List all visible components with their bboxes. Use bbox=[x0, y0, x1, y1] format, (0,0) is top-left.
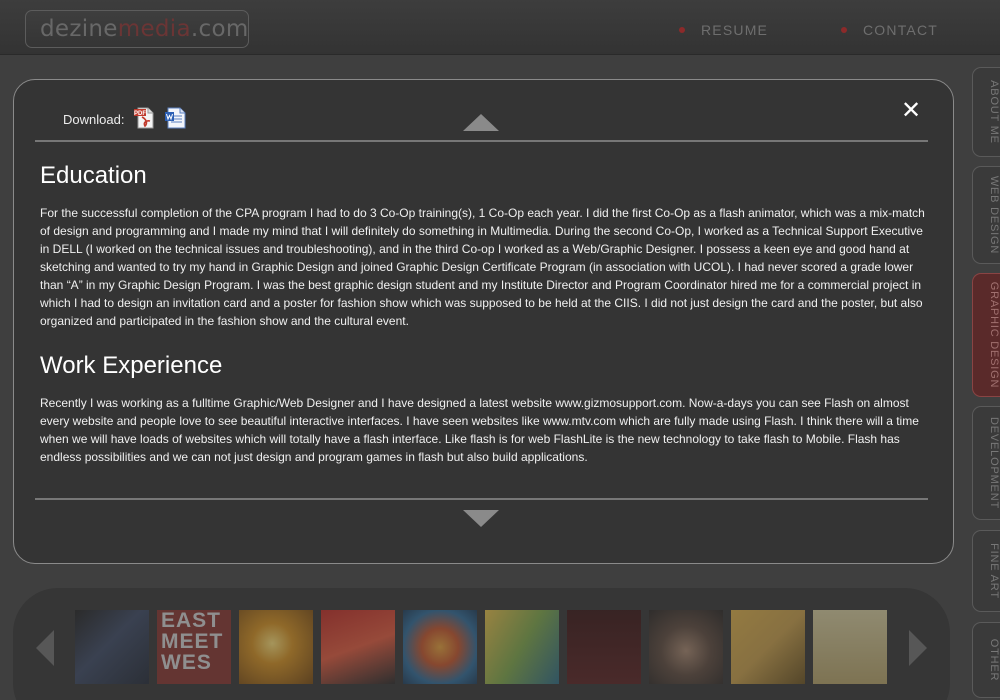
tab-label: WEB DESIGN bbox=[988, 175, 1000, 255]
site-logo[interactable]: dezinemedia.com bbox=[25, 10, 249, 48]
gallery-thumbnail[interactable] bbox=[75, 610, 149, 684]
pdf-badge-text: PDF bbox=[134, 111, 146, 117]
bullet-icon bbox=[679, 27, 685, 33]
nav-resume-label: RESUME bbox=[701, 22, 769, 38]
logo-part-media: media bbox=[117, 16, 191, 42]
gallery-thumbnail[interactable] bbox=[239, 610, 313, 684]
gallery-thumbnail[interactable] bbox=[485, 610, 559, 684]
resume-panel: Download: PDF ✕ Education For the succes… bbox=[13, 79, 954, 564]
top-bar: dezinemedia.com RESUME CONTACT bbox=[0, 0, 1000, 55]
tab-label: OTHER bbox=[988, 638, 1000, 682]
thumbnail-text: EAST bbox=[161, 610, 222, 632]
scroll-down-icon[interactable] bbox=[463, 510, 499, 527]
tab-other[interactable]: OTHER bbox=[972, 622, 1000, 698]
nav-resume-link[interactable]: RESUME bbox=[679, 22, 768, 38]
tab-web-design[interactable]: WEB DESIGN bbox=[972, 166, 1000, 264]
gallery-thumbnail[interactable] bbox=[321, 610, 395, 684]
gallery-thumbnail[interactable] bbox=[813, 610, 887, 684]
section-body-work-experience: Recently I was working as a fulltime Gra… bbox=[40, 396, 919, 464]
gallery-thumbnail[interactable] bbox=[649, 610, 723, 684]
gallery-thumbnail[interactable]: EAST MEET WES bbox=[157, 610, 231, 684]
tab-fine-art[interactable]: FINE ART bbox=[972, 530, 1000, 612]
thumbnail-gallery: EAST MEET WES bbox=[13, 588, 950, 700]
gallery-thumbnail[interactable] bbox=[567, 610, 641, 684]
arrow-right-icon[interactable] bbox=[909, 630, 927, 666]
section-heading-work-experience: Work Experience bbox=[40, 352, 223, 379]
divider bbox=[35, 498, 928, 500]
gallery-thumbnail[interactable] bbox=[403, 610, 477, 684]
section-body-education: For the successful completion of the CPA… bbox=[40, 206, 925, 328]
nav-contact-link[interactable]: CONTACT bbox=[841, 22, 938, 38]
tab-label: FINE ART bbox=[988, 543, 1000, 599]
resume-content: Education For the successful completion … bbox=[40, 150, 928, 466]
logo-part-domain: .com bbox=[190, 16, 249, 42]
bullet-icon bbox=[841, 27, 847, 33]
thumbnail-text: WES bbox=[161, 651, 212, 674]
close-icon[interactable]: ✕ bbox=[899, 98, 923, 122]
logo-part-dezine: dezine bbox=[40, 16, 118, 42]
thumbnail-text: MEET bbox=[161, 630, 224, 653]
tab-label: DEVELOPMENT bbox=[988, 417, 1000, 509]
gallery-thumbnail[interactable] bbox=[731, 610, 805, 684]
tab-about-me[interactable]: ABOUT ME bbox=[972, 67, 1000, 157]
download-label: Download: bbox=[63, 112, 125, 127]
divider bbox=[35, 140, 928, 142]
nav-contact-label: CONTACT bbox=[863, 22, 939, 38]
pdf-icon[interactable]: PDF bbox=[134, 107, 156, 129]
tab-label: ABOUT ME bbox=[988, 80, 1000, 144]
scroll-up-icon[interactable] bbox=[463, 114, 499, 131]
tab-development[interactable]: DEVELOPMENT bbox=[972, 406, 1000, 520]
word-doc-icon[interactable] bbox=[165, 107, 187, 129]
tab-graphic-design[interactable]: GRAPHIC DESIGN bbox=[972, 273, 1000, 397]
arrow-left-icon[interactable] bbox=[36, 630, 54, 666]
section-heading-education: Education bbox=[40, 162, 147, 189]
tab-label: GRAPHIC DESIGN bbox=[988, 281, 1000, 389]
